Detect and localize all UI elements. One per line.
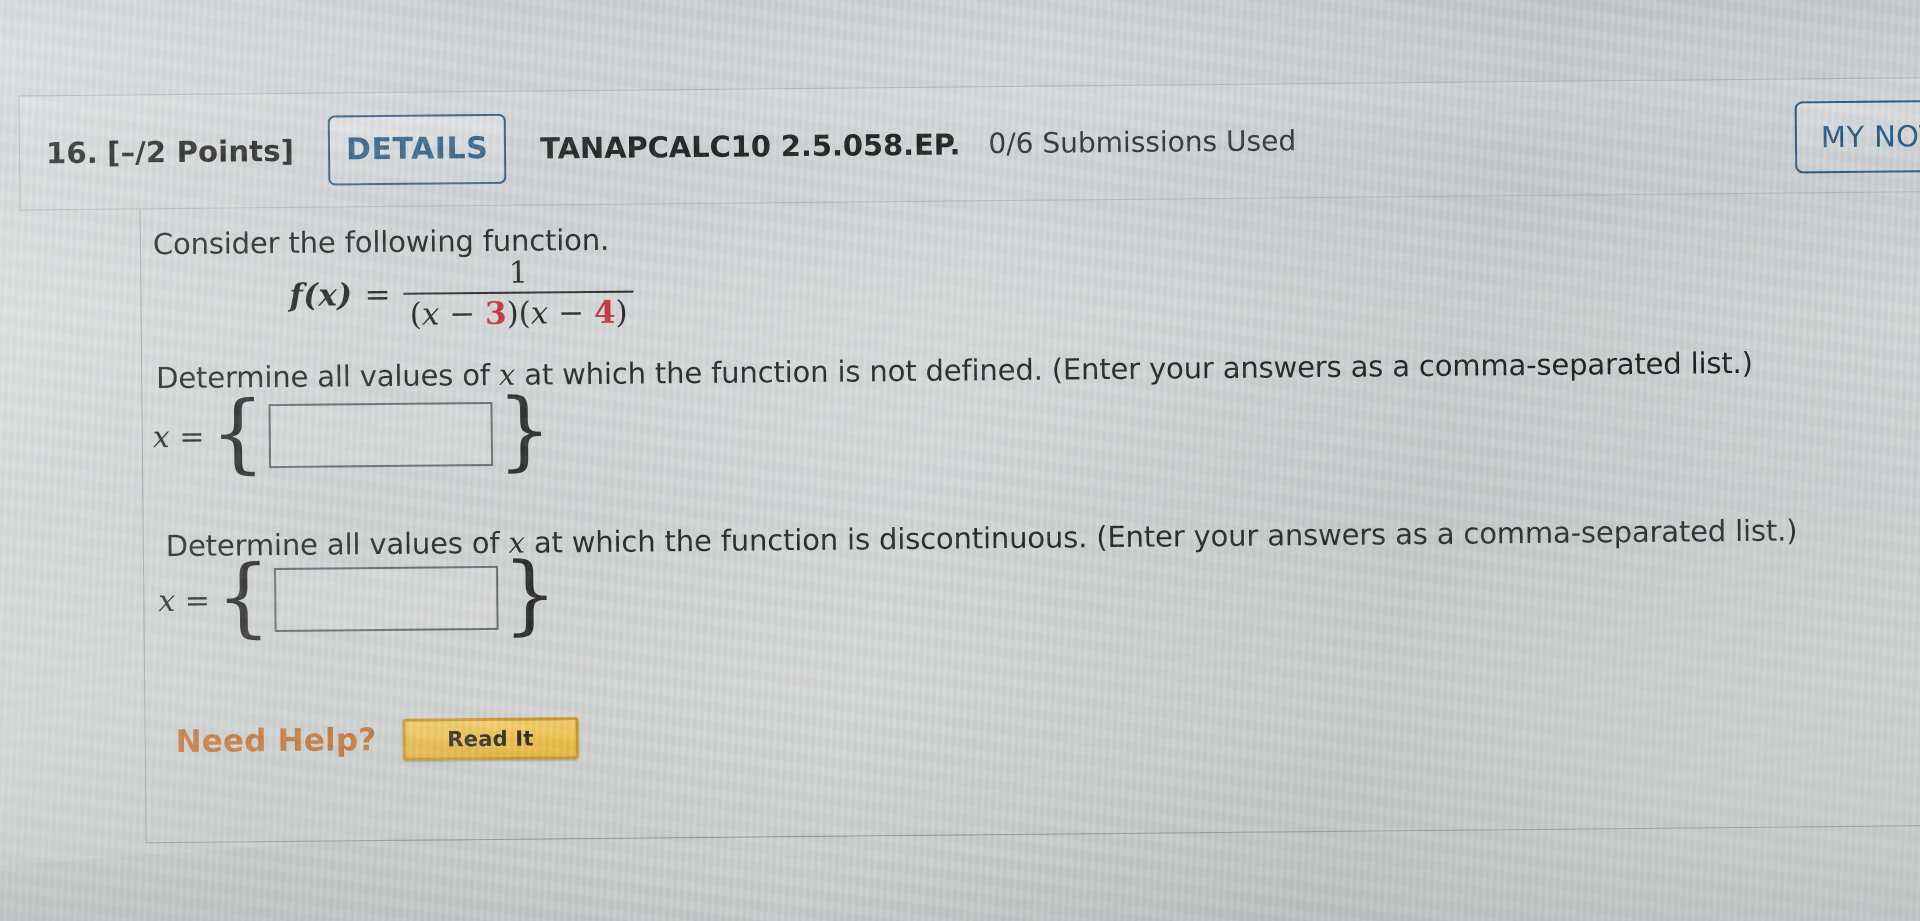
- q1-prompt-pre: Determine all values of: [156, 357, 500, 396]
- function-formula: f(x) = 1 (x − 3)(x − 4): [289, 255, 634, 333]
- screen-content: 16. [–/2 Points] DETAILS TANAPCALC10 2.5.…: [0, 0, 1920, 921]
- details-button-label: DETAILS: [345, 130, 489, 168]
- points-label: [–/2 Points]: [106, 133, 295, 170]
- q2-x-var: x: [158, 583, 176, 619]
- q2-brace-open-icon: {: [215, 547, 272, 648]
- details-button[interactable]: DETAILS: [327, 113, 507, 186]
- question-header-bar: 16. [–/2 Points] DETAILS TANAPCALC10 2.5.…: [18, 76, 1920, 211]
- question-body-panel: Consider the following function. f(x) = …: [139, 191, 1920, 844]
- q2-prompt-post: at which the function is discontinuous. …: [524, 513, 1798, 560]
- q2-x-equals-label: x =: [158, 583, 210, 618]
- q1-brace-open-icon: {: [209, 383, 266, 484]
- question-2-prompt: Determine all values of x at which the f…: [166, 513, 1798, 563]
- q2-answer-input[interactable]: [274, 565, 499, 633]
- denominator-root-1: 3: [484, 295, 507, 332]
- q2-equals: =: [175, 583, 211, 619]
- need-help-label: Need Help?: [175, 722, 377, 761]
- formula-denominator: (x − 3)(x − 4): [409, 294, 628, 333]
- submissions-used: 0/6 Submissions Used: [988, 124, 1297, 161]
- need-help-section: Need Help? Read It: [175, 717, 579, 763]
- question-1-answer-row: x = { }: [152, 380, 553, 484]
- textbook-question-code: TANAPCALC10 2.5.058.EP.: [540, 126, 961, 165]
- photo-backdrop: 16. [–/2 Points] DETAILS TANAPCALC10 2.5.…: [0, 0, 1920, 921]
- formula-fraction: 1 (x − 3)(x − 4): [403, 255, 634, 333]
- my-notes-button[interactable]: MY NOTES: [1794, 98, 1920, 174]
- q1-equals: =: [169, 419, 205, 455]
- my-notes-button-label: MY NOTES: [1820, 118, 1920, 155]
- formula-lhs: f(x): [289, 277, 353, 315]
- q1-answer-input[interactable]: [268, 401, 494, 469]
- question-1-prompt: Determine all values of x at which the f…: [156, 346, 1753, 395]
- denominator-root-2: 4: [593, 294, 616, 331]
- question-2-answer-row: x = { }: [158, 544, 558, 648]
- question-number: 16.: [45, 135, 99, 170]
- formula-equals: =: [364, 277, 391, 314]
- q1-prompt-post: at which the function is not defined. (E…: [515, 345, 1753, 392]
- q1-brace-close-icon: }: [496, 380, 553, 481]
- q2-brace-close-icon: }: [502, 544, 558, 645]
- q1-x-equals-label: x =: [153, 419, 205, 454]
- q1-x-var: x: [152, 419, 170, 455]
- question-points: 16. [–/2 Points]: [46, 133, 294, 169]
- read-it-button-label: Read It: [447, 726, 534, 752]
- intro-text: Consider the following function.: [152, 222, 610, 262]
- read-it-button[interactable]: Read It: [402, 717, 579, 761]
- formula-numerator: 1: [508, 255, 529, 291]
